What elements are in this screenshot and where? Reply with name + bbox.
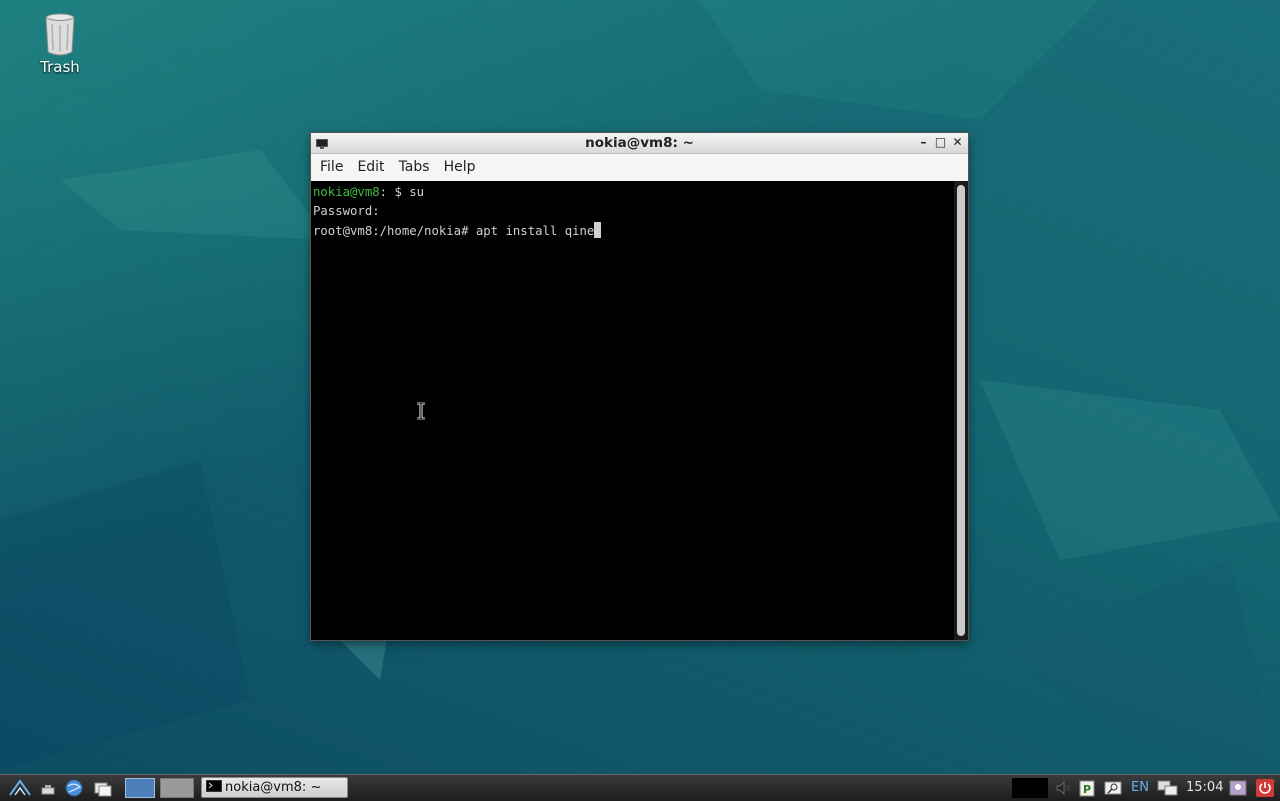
start-menu-icon[interactable]: [8, 779, 32, 797]
trash-icon: [45, 13, 75, 56]
maximize-button[interactable]: □: [934, 135, 947, 150]
terminal-scrollbar[interactable]: [954, 181, 968, 640]
terminal-command-su: : $ su: [379, 185, 425, 199]
search-icon[interactable]: [1104, 779, 1122, 797]
show-desktop-icon[interactable]: [40, 779, 58, 797]
svg-text:P: P: [1083, 783, 1091, 796]
close-button[interactable]: ✕: [951, 135, 964, 150]
minimize-button[interactable]: –: [917, 135, 930, 150]
trash-desktop-icon[interactable]: Trash: [26, 12, 94, 76]
network-icon[interactable]: [1157, 779, 1179, 797]
file-manager-icon[interactable]: [94, 779, 112, 797]
cpu-monitor: [1012, 778, 1048, 798]
workspace-2-button[interactable]: [160, 778, 194, 798]
clock[interactable]: 15:04: [1186, 780, 1223, 795]
window-titlebar[interactable]: nokia@vm8: ~ – □ ✕: [311, 133, 968, 154]
taskbar-task-label: nokia@vm8: ~: [225, 780, 322, 795]
scrollbar-thumb[interactable]: [957, 185, 965, 636]
menu-bar: File Edit Tabs Help: [311, 154, 968, 182]
terminal-output[interactable]: nokia@vm8: $ su Password: root@vm8:/home…: [311, 181, 954, 640]
trash-label: Trash: [40, 58, 80, 76]
prompt-user: nokia@vm8: [313, 185, 380, 199]
menu-help[interactable]: Help: [437, 154, 483, 181]
volume-icon[interactable]: [1054, 779, 1072, 797]
clipboard-icon[interactable]: P: [1078, 779, 1096, 797]
menu-file[interactable]: File: [313, 154, 350, 181]
browser-icon[interactable]: [65, 779, 83, 797]
terminal-line-1: nokia@vm8: $ su: [313, 183, 954, 202]
power-icon[interactable]: [1256, 779, 1274, 797]
terminal-line-2: Password:: [313, 204, 380, 219]
menu-tabs[interactable]: Tabs: [392, 154, 437, 181]
workspace-1-button[interactable]: [125, 778, 155, 798]
user-switch-icon[interactable]: [1229, 779, 1247, 797]
terminal-command-apt: root@vm8:/home/nokia# apt install qine: [313, 223, 595, 238]
taskbar: nokia@vm8: ~ P EN 15:04: [0, 774, 1280, 801]
keyboard-layout[interactable]: EN: [1131, 780, 1149, 795]
text-cursor: [594, 221, 602, 238]
terminal-icon: [206, 780, 222, 792]
ibeam-cursor-icon: [417, 402, 425, 420]
terminal-window[interactable]: nokia@vm8: ~ – □ ✕ File Edit Tabs Help n…: [311, 133, 968, 640]
menu-edit[interactable]: Edit: [350, 154, 391, 181]
window-title: nokia@vm8: ~: [585, 135, 694, 151]
taskbar-task-terminal[interactable]: nokia@vm8: ~: [201, 777, 348, 798]
terminal-line-3: root@vm8:/home/nokia# apt install qine: [313, 221, 954, 241]
